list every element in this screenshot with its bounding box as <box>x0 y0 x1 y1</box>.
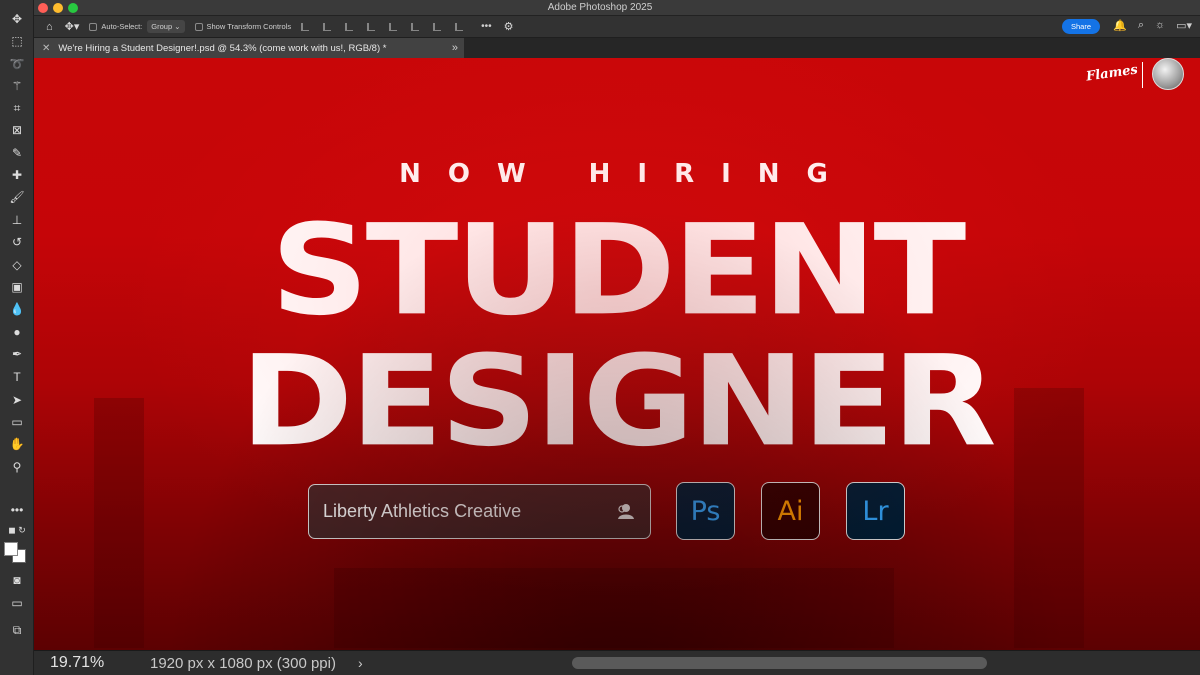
transform-controls-label: Show Transform Controls <box>206 22 292 31</box>
creative-team-label: Liberty Athletics Creative <box>323 501 522 521</box>
foreground-color-swatch[interactable] <box>4 542 18 556</box>
align-center-icon[interactable] <box>323 22 332 31</box>
settings-icon[interactable]: ⚙ <box>504 20 514 33</box>
blur-icon[interactable]: 💧 <box>0 299 34 319</box>
healing-icon[interactable]: ✚ <box>0 165 34 185</box>
headline-line-2: DESIGNER <box>240 329 996 475</box>
transform-controls-checkbox[interactable] <box>194 22 203 31</box>
quick-mask-icon[interactable]: ◙ <box>0 570 34 590</box>
search-icon[interactable]: ⌕ <box>1138 19 1144 32</box>
status-menu-chevron-icon[interactable]: › <box>358 655 363 671</box>
photoshop-badge: Ps <box>676 482 735 540</box>
auto-select-dropdown[interactable]: Group ⌄ <box>147 20 185 33</box>
lightroom-badge: Lr <box>846 482 905 540</box>
dodge-icon[interactable]: ● <box>0 322 34 342</box>
user-icon <box>618 504 634 519</box>
type-icon[interactable]: T <box>0 367 34 387</box>
pen-icon[interactable]: ✒ <box>0 344 34 364</box>
zoom-icon[interactable]: ⚲ <box>0 457 34 477</box>
magic-wand-icon[interactable]: ⚚ <box>0 76 34 96</box>
horizontal-scrollbar[interactable] <box>572 657 987 669</box>
swap-colors-icon[interactable]: ◼ ↻ <box>0 520 34 540</box>
more-tools-icon[interactable]: ••• <box>0 500 34 520</box>
path-select-icon[interactable]: ➤ <box>0 390 34 410</box>
eraser-icon[interactable]: ◇ <box>0 255 34 275</box>
app-title: Adobe Photoshop 2025 <box>547 2 653 13</box>
more-options-button[interactable]: ••• <box>481 21 492 32</box>
title-bar: Adobe Photoshop 2025 <box>0 0 1200 16</box>
status-bar: 19.71% 1920 px x 1080 px (300 ppi) › <box>34 650 1200 675</box>
auto-select-label: Auto-Select: <box>101 22 143 31</box>
workspace-icon[interactable]: ▭▾ <box>1176 19 1192 32</box>
background-stadium <box>334 568 894 648</box>
move-icon[interactable]: ✥ <box>0 9 34 29</box>
tab-strip <box>464 38 1200 58</box>
align-buttons <box>301 22 477 31</box>
home-icon[interactable]: ⌂ <box>46 21 53 33</box>
eyedropper-icon[interactable]: ✎ <box>0 143 34 163</box>
creative-team-pill: Liberty Athletics Creative <box>308 484 651 539</box>
document-tab[interactable]: ✕ We're Hiring a Student Designer!.psd @… <box>34 38 464 58</box>
brush-icon[interactable]: 🖌 <box>0 187 34 207</box>
share-button[interactable]: Share <box>1061 19 1100 34</box>
align-right-icon[interactable] <box>345 22 354 31</box>
history-brush-icon[interactable]: ↺ <box>0 232 34 252</box>
document-info: 1920 px x 1080 px (300 ppi) <box>150 654 336 672</box>
auto-select-checkbox[interactable] <box>89 22 98 31</box>
align-bottom-icon[interactable] <box>433 22 442 31</box>
marquee-icon[interactable]: ⬚ <box>0 31 34 51</box>
options-bar: ⌂ ✥▾ Auto-Select: Group ⌄ Show Transform… <box>34 16 1200 38</box>
lasso-icon[interactable]: ➰ <box>0 54 34 74</box>
tabs-overflow-icon[interactable]: » <box>452 42 458 54</box>
university-seal-logo <box>1152 58 1184 90</box>
logo-divider <box>1142 62 1143 88</box>
lightbulb-icon[interactable]: ☼ <box>1155 19 1165 32</box>
tools-panel: ✥ ⬚ ➰ ⚚ ⌗ ⊠ ✎ ✚ 🖌 ⊥ ↺ ◇ ▣ 💧 ● ✒ T ➤ ▭ ✋ … <box>0 0 34 675</box>
document-canvas[interactable]: Flames NOW HIRING STUDENT DESIGNER Liber… <box>34 58 1200 650</box>
align-left-icon[interactable] <box>301 22 310 31</box>
distribute-icon[interactable] <box>367 22 376 31</box>
auto-select-value: Group <box>151 22 173 31</box>
align-top-icon[interactable] <box>389 22 398 31</box>
illustrator-badge: Ai <box>761 482 820 540</box>
bell-icon[interactable]: 🔔 <box>1113 19 1127 32</box>
rectangle-icon[interactable]: ▭ <box>0 412 34 432</box>
crop-icon[interactable]: ⌗ <box>0 98 34 118</box>
headline-line-1: STUDENT <box>270 198 967 344</box>
document-tab-title: We're Hiring a Student Designer!.psd @ 5… <box>58 42 387 54</box>
frame-icon[interactable]: ⊠ <box>0 120 34 140</box>
close-tab-icon[interactable]: ✕ <box>42 43 50 54</box>
zoom-level[interactable]: 19.71% <box>34 654 134 672</box>
hand-icon[interactable]: ✋ <box>0 434 34 454</box>
content-credentials-icon[interactable]: ⧉ <box>0 620 34 640</box>
kicker-text: NOW HIRING <box>399 159 855 189</box>
flames-logo: Flames <box>1085 62 1139 85</box>
align-middle-icon[interactable] <box>411 22 420 31</box>
distribute-vertical-icon[interactable] <box>455 22 464 31</box>
stamp-icon[interactable]: ⊥ <box>0 210 34 230</box>
screen-mode-icon[interactable]: ▭ <box>0 593 34 613</box>
move-tool-preset-icon[interactable]: ✥▾ <box>65 20 80 33</box>
gradient-icon[interactable]: ▣ <box>0 277 34 297</box>
